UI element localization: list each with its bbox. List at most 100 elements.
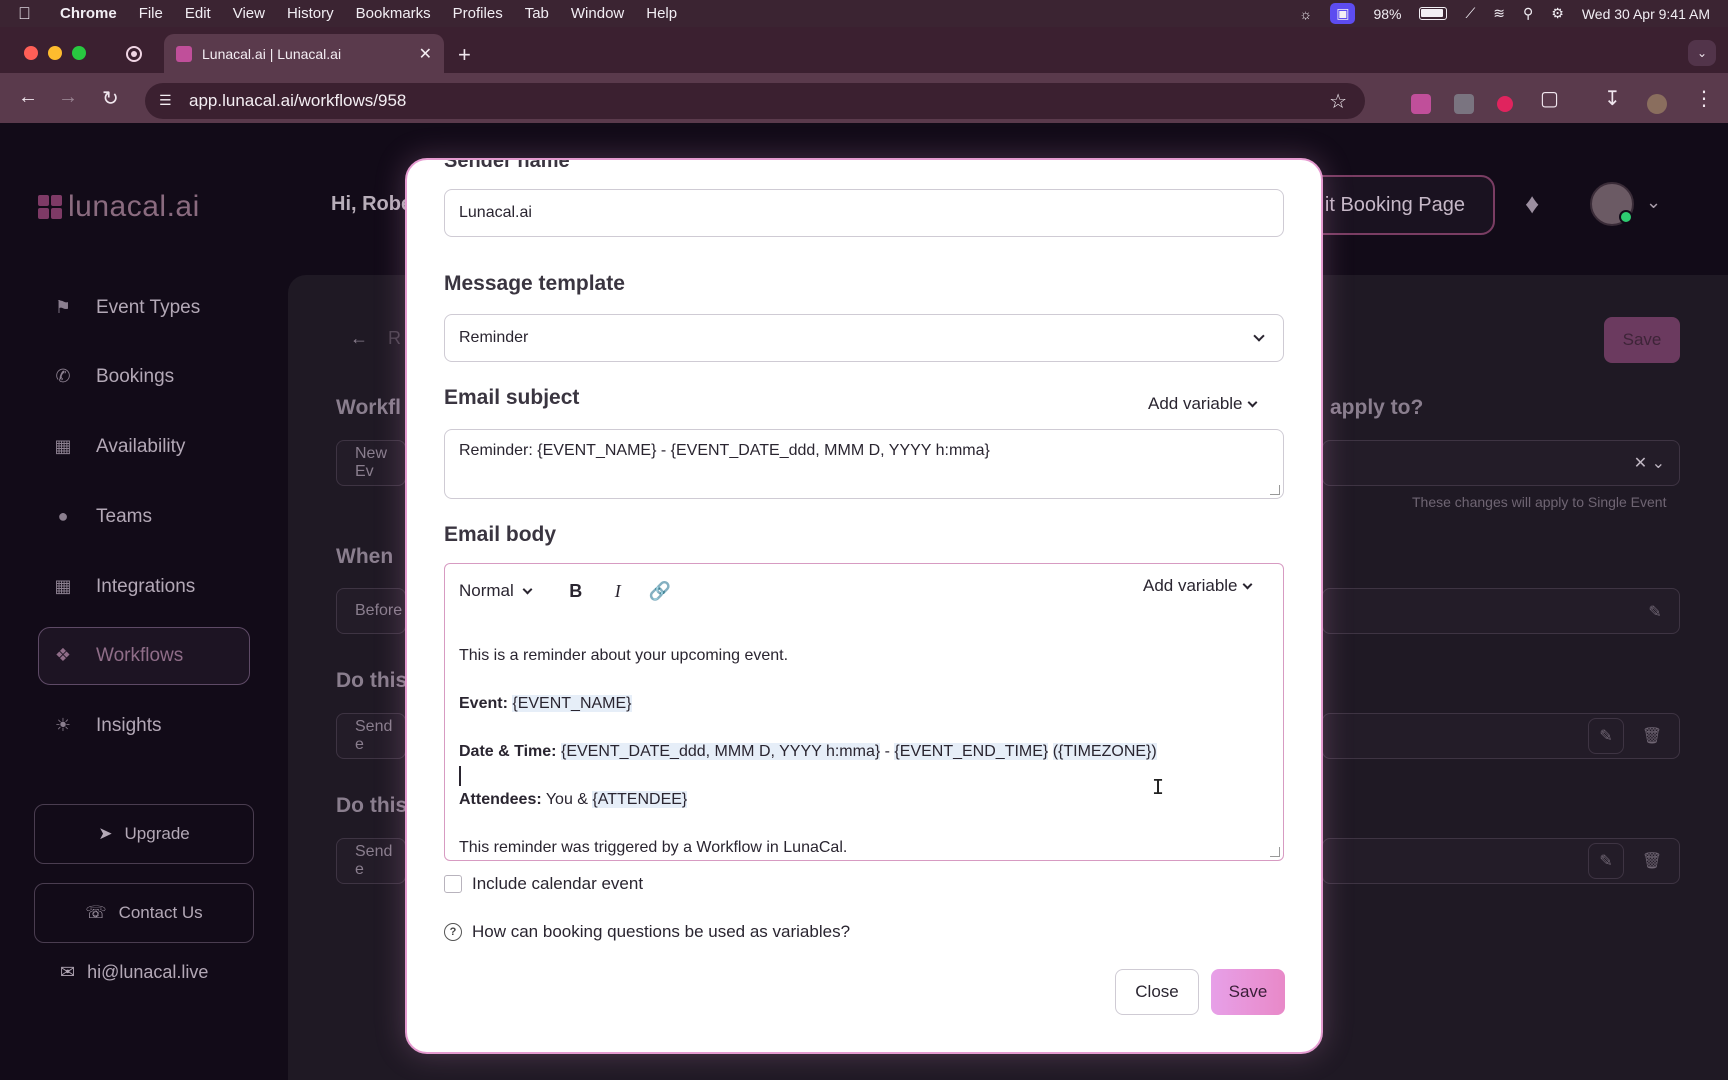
sidebar-item-bookings[interactable]: ✆ Bookings xyxy=(52,366,174,388)
link-icon[interactable]: 🔗 xyxy=(647,578,673,604)
support-email[interactable]: ✉ hi@lunacal.live xyxy=(60,962,208,983)
trash-icon[interactable]: 🗑 xyxy=(1634,718,1670,754)
email-body-content[interactable]: This is a reminder about your upcoming e… xyxy=(459,644,1269,884)
edit-pencil-icon[interactable]: ✎ xyxy=(1637,594,1673,630)
chrome-menu-icon[interactable]: ⋮ xyxy=(1694,86,1714,111)
do-this-label-2: Do this xyxy=(336,794,408,817)
sidebar-item-event-types[interactable]: ⚑ Event Types xyxy=(52,297,200,319)
sidebar-item-availability[interactable]: ▦ Availability xyxy=(52,436,185,458)
back-arrow-icon[interactable]: ← xyxy=(350,328,368,349)
window-zoom-icon[interactable] xyxy=(72,46,86,60)
include-calendar-row[interactable]: Include calendar event xyxy=(444,874,643,894)
sidebar-item-integrations[interactable]: ▦ Integrations xyxy=(52,576,195,598)
tab-close-icon[interactable]: ✕ xyxy=(419,44,432,64)
clock-datetime[interactable]: Wed 30 Apr 9:41 AM xyxy=(1582,6,1710,22)
clear-x-icon[interactable]: ✕ ⌄ xyxy=(1634,453,1665,473)
control-center-icon[interactable]: ⚙ xyxy=(1551,5,1564,22)
booking-questions-help-link[interactable]: ? How can booking questions be used as v… xyxy=(444,922,850,942)
include-calendar-checkbox[interactable] xyxy=(444,875,462,893)
close-button[interactable]: Close xyxy=(1115,969,1199,1015)
user-avatar[interactable] xyxy=(1590,182,1634,226)
email-subject-textarea[interactable]: Reminder: {EVENT_NAME} - {EVENT_DATE_ddd… xyxy=(444,429,1284,499)
apple-icon[interactable]:  xyxy=(18,4,40,24)
body-add-variable-button[interactable]: Add variable xyxy=(1143,576,1252,596)
profile-avatar-icon[interactable] xyxy=(1647,94,1667,114)
bold-icon[interactable]: B xyxy=(563,578,589,604)
site-settings-icon[interactable]: ☰ xyxy=(159,92,172,109)
apply-to-select[interactable]: ✕ ⌄ xyxy=(1322,440,1680,486)
mail-icon: ✉ xyxy=(60,962,76,982)
menu-window[interactable]: Window xyxy=(571,5,624,22)
workflow-icon: ❖ xyxy=(54,645,72,665)
editor-toolbar: Normal B I 🔗 xyxy=(459,578,689,604)
sender-name-input[interactable]: Lunacal.ai xyxy=(444,189,1284,237)
text-format-select[interactable]: Normal xyxy=(459,581,533,601)
variable-chip: {EVENT_NAME} xyxy=(512,695,632,712)
record-icon[interactable] xyxy=(126,46,142,62)
browser-tab-active[interactable]: Lunacal.ai | Lunacal.ai ✕ xyxy=(164,34,444,73)
extension-record-icon[interactable] xyxy=(1497,96,1513,112)
screen-mirror-icon[interactable]: ▣ xyxy=(1330,3,1356,24)
extension-lunacal-icon[interactable] xyxy=(1411,94,1431,114)
sidebar-item-teams[interactable]: ● Teams xyxy=(52,506,152,528)
when-select-right[interactable] xyxy=(1322,588,1680,634)
bluetooth-off-icon[interactable]: ⟋ xyxy=(1465,5,1475,22)
forward-arrow-icon[interactable]: → xyxy=(58,86,78,109)
body-datetime-line: Date & Time: {EVENT_DATE_ddd, MMM D, YYY… xyxy=(459,743,1157,760)
menu-file[interactable]: File xyxy=(139,5,163,22)
subject-add-variable-button[interactable]: Add variable xyxy=(1148,394,1257,414)
chevron-down-icon xyxy=(1253,330,1265,342)
italic-icon[interactable]: I xyxy=(605,578,631,604)
download-icon[interactable]: ↧ xyxy=(1604,86,1621,111)
menu-bookmarks[interactable]: Bookmarks xyxy=(356,5,431,22)
menu-app-chrome[interactable]: Chrome xyxy=(60,5,117,22)
email-subject-label: Email subject xyxy=(444,386,580,409)
resize-handle-icon[interactable] xyxy=(1270,847,1280,857)
when-select[interactable]: Before xyxy=(336,588,406,634)
window-close-icon[interactable] xyxy=(24,46,38,60)
extensions-puzzle-icon[interactable]: ▢ xyxy=(1540,86,1559,111)
brightness-icon[interactable]: ☼ xyxy=(1299,6,1312,22)
new-tab-icon[interactable]: + xyxy=(458,42,471,68)
menu-help[interactable]: Help xyxy=(646,5,677,22)
workflow-name-input[interactable]: New Ev xyxy=(336,440,406,486)
chevron-down-icon xyxy=(1242,579,1252,589)
window-minimize-icon[interactable] xyxy=(48,46,62,60)
address-bar[interactable]: ☰ app.lunacal.ai/workflows/958 ☆ xyxy=(145,83,1365,119)
extension-j-icon[interactable] xyxy=(1454,94,1474,114)
edit-pencil-icon[interactable]: ✎ xyxy=(1588,718,1624,754)
battery-icon[interactable] xyxy=(1419,7,1448,20)
tab-search-chevron-icon[interactable]: ⌄ xyxy=(1688,40,1716,66)
menu-edit[interactable]: Edit xyxy=(185,5,211,22)
notification-bell-icon[interactable]: ♦ xyxy=(1525,188,1539,220)
action-step-1-right[interactable] xyxy=(1322,713,1680,759)
menu-view[interactable]: View xyxy=(233,5,265,22)
chevron-down-icon[interactable]: ⌄ xyxy=(1646,192,1661,213)
greeting-text: Hi, Robe xyxy=(331,193,413,215)
wifi-icon[interactable]: ≋ xyxy=(1493,5,1505,22)
message-template-select[interactable]: Reminder xyxy=(444,314,1284,362)
spotlight-search-icon[interactable]: ⚲ xyxy=(1523,5,1533,22)
variable-chip: {ATTENDEE} xyxy=(592,791,688,808)
workflow-save-button[interactable]: Save xyxy=(1604,317,1680,363)
sidebar-item-workflows[interactable]: ❖ Workflows xyxy=(52,645,183,667)
save-button[interactable]: Save xyxy=(1211,969,1285,1015)
bookmark-star-icon[interactable]: ☆ xyxy=(1329,89,1347,114)
menu-history[interactable]: History xyxy=(287,5,334,22)
action-step-2[interactable]: Send e xyxy=(336,838,406,884)
action-step-1[interactable]: Send e xyxy=(336,713,406,759)
reload-icon[interactable]: ↻ xyxy=(102,86,119,111)
sender-name-label: Sender name xyxy=(444,158,570,172)
upgrade-button[interactable]: ➤ Upgrade xyxy=(34,804,254,864)
email-body-editor[interactable]: Normal B I 🔗 Add variable This is a remi… xyxy=(444,563,1284,861)
menu-tab[interactable]: Tab xyxy=(525,5,549,22)
back-arrow-icon[interactable]: ← xyxy=(18,86,38,109)
menu-profiles[interactable]: Profiles xyxy=(453,5,503,22)
action-step-2-right[interactable] xyxy=(1322,838,1680,884)
trash-icon[interactable]: 🗑 xyxy=(1634,843,1670,879)
lunacal-logo[interactable]: lunacal.ai xyxy=(38,190,200,224)
resize-handle-icon[interactable] xyxy=(1270,485,1280,495)
sidebar-item-insights[interactable]: ☀ Insights xyxy=(52,715,162,737)
edit-pencil-icon[interactable]: ✎ xyxy=(1588,843,1624,879)
contact-us-button[interactable]: ☏ Contact Us xyxy=(34,883,254,943)
